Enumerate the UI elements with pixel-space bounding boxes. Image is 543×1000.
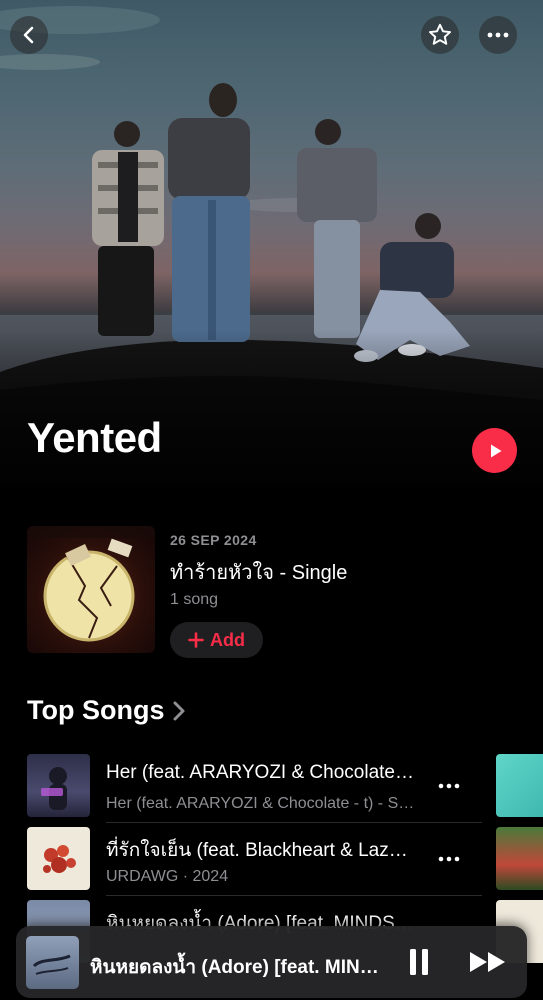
song-more-button[interactable] <box>432 847 466 871</box>
song-title: Her (feat. ARARYOZI & Chocolate - t) <box>106 762 416 783</box>
more-options-button[interactable] <box>479 16 517 54</box>
row-divider <box>106 895 482 896</box>
next-column-artwork[interactable] <box>496 754 543 817</box>
next-column-artwork[interactable] <box>496 827 543 890</box>
release-song-count: 1 song <box>170 591 219 608</box>
song-artwork-image <box>41 767 67 810</box>
star-icon <box>428 23 452 45</box>
now-playing-artwork-image <box>32 954 71 975</box>
pause-icon <box>410 949 428 975</box>
song-row[interactable]: Her (feat. ARARYOZI & Chocolate - t) Her… <box>27 754 482 827</box>
top-songs-header[interactable]: Top Songs <box>27 695 186 726</box>
add-label: Add <box>210 629 245 650</box>
song-artwork <box>27 827 90 890</box>
release-date: 26 SEP 2024 <box>170 532 257 548</box>
artist-name: Yented <box>27 414 162 461</box>
play-artist-button[interactable] <box>472 428 517 473</box>
song-artwork <box>27 754 90 817</box>
forward-icon <box>470 952 505 972</box>
add-release-button[interactable]: Add <box>170 622 263 658</box>
ellipsis-icon <box>487 32 509 38</box>
song-artwork-image <box>43 845 76 873</box>
song-title: ที่รักใจเย็น (feat. Blackheart & Lazylox… <box>106 840 416 861</box>
ellipsis-icon <box>438 856 460 862</box>
top-songs-title: Top Songs <box>27 695 165 725</box>
back-button[interactable] <box>10 16 48 54</box>
song-more-button[interactable] <box>432 774 466 798</box>
now-playing-title: หินหยดลงน้ำ (Adore) [feat. MINDSET] <box>90 957 390 978</box>
pause-button[interactable] <box>401 944 437 980</box>
next-track-button[interactable] <box>466 944 510 980</box>
song-subtitle: URDAWG · 2024 <box>106 868 229 885</box>
release-artwork[interactable] <box>27 526 155 653</box>
play-icon <box>490 444 501 457</box>
hero-gradient-overlay <box>0 330 543 487</box>
release-title[interactable]: ทำร้ายหัวใจ - Single <box>170 556 347 588</box>
song-subtitle: Her (feat. ARARYOZI & Chocolate - t) - S… <box>106 795 416 812</box>
plus-icon <box>188 632 204 648</box>
ellipsis-icon <box>438 783 460 789</box>
mini-player[interactable]: หินหยดลงน้ำ (Adore) [feat. MINDSET] <box>16 926 527 998</box>
release-artwork-image <box>27 526 155 642</box>
song-row[interactable]: ที่รักใจเย็น (feat. Blackheart & Lazylox… <box>27 827 482 900</box>
chevron-left-icon <box>23 26 34 44</box>
now-playing-artwork <box>26 936 79 989</box>
chevron-right-icon <box>173 701 185 720</box>
row-divider <box>106 822 482 823</box>
favorite-button[interactable] <box>421 16 459 54</box>
